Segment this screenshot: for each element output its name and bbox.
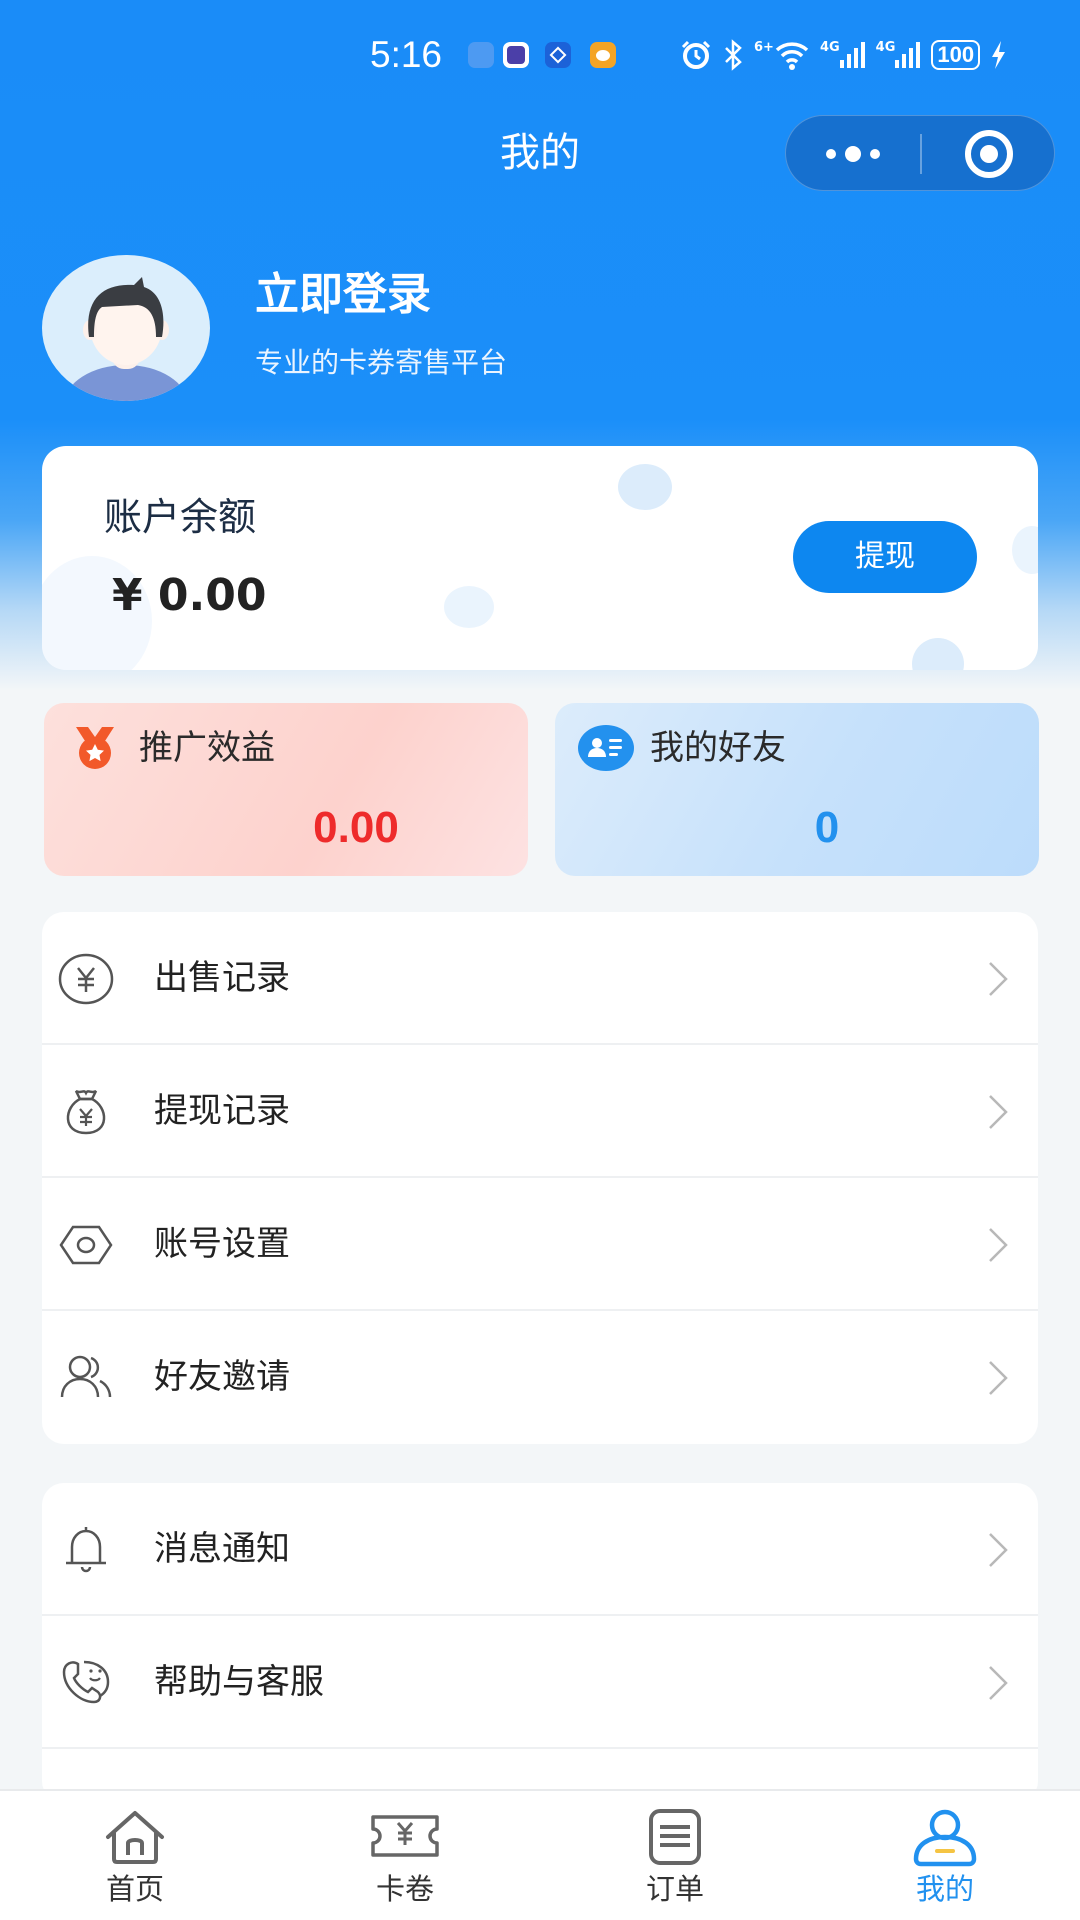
login-link[interactable]: 立即登录	[255, 265, 431, 325]
decor-bubble	[618, 464, 672, 510]
friends-count: 0	[814, 803, 840, 852]
home-icon	[106, 1811, 164, 1864]
contact-card-icon	[578, 725, 634, 771]
bluetooth-icon	[725, 39, 742, 71]
mini-program-capsule	[785, 115, 1055, 191]
tab-label: 我的	[915, 1872, 974, 1906]
battery-indicator: 100	[931, 40, 981, 70]
chevron-right-icon	[989, 962, 1008, 996]
status-bar: 5:16 6+ 4G 4G 100	[0, 30, 1080, 80]
charging-icon	[992, 41, 1006, 69]
primary-menu: 出售记录 提现记录 账号设置 好友邀请	[42, 912, 1038, 1444]
notification-alarm-icon	[468, 42, 494, 68]
money-bag-icon	[66, 1089, 106, 1135]
notification-app-icon	[545, 42, 571, 68]
friends-title: 我的好友	[650, 728, 786, 768]
status-icons: 6+ 4G 4G 100	[680, 38, 1006, 72]
menu-item-withdraw-records[interactable]: 提现记录	[42, 1045, 1038, 1178]
coupon-ticket-icon	[371, 1815, 439, 1857]
menu-item-notifications[interactable]: 消息通知	[42, 1483, 1038, 1616]
balance-label: 账户余额	[104, 495, 257, 539]
signal-icon: 4G	[820, 40, 866, 70]
earnings-title: 推广效益	[139, 728, 275, 768]
chevron-right-icon	[989, 1361, 1008, 1395]
earnings-value: 0.00	[313, 803, 399, 852]
notification-app-icon	[590, 42, 616, 68]
status-time: 5:16	[370, 34, 443, 75]
more-dots-icon	[845, 146, 861, 162]
yen-circle-icon	[58, 953, 114, 1005]
balance-amount: ¥ 0.00	[112, 570, 267, 621]
tab-label: 卡卷	[375, 1872, 434, 1906]
signal-icon: 4G	[876, 40, 922, 70]
wifi-icon: 6+	[754, 40, 810, 70]
customer-service-icon	[62, 1660, 110, 1704]
menu-item-label: 提现记录	[154, 1091, 290, 1131]
alarm-icon	[681, 40, 711, 69]
menu-item-label: 帮助与客服	[154, 1662, 324, 1702]
default-avatar-icon	[64, 277, 188, 401]
withdraw-button[interactable]: 提现	[793, 521, 977, 593]
close-mini-program-button[interactable]	[922, 116, 1056, 192]
secondary-menu: 消息通知 帮助与客服	[42, 1483, 1038, 1803]
target-circle-icon	[965, 130, 1013, 178]
chevron-right-icon	[989, 1666, 1008, 1700]
users-icon	[60, 1355, 112, 1398]
settings-hex-icon	[59, 1225, 113, 1265]
decor-bubble	[1012, 526, 1038, 574]
chevron-right-icon	[989, 1533, 1008, 1567]
platform-subtitle: 专业的卡券寄售平台	[255, 346, 508, 379]
chevron-right-icon	[989, 1228, 1008, 1262]
menu-item-label: 好友邀请	[154, 1357, 290, 1397]
menu-item-help-service[interactable]: 帮助与客服	[42, 1616, 1038, 1749]
medal-icon	[76, 727, 114, 769]
friends-card[interactable]: 我的好友 0	[555, 703, 1039, 876]
bell-icon	[66, 1527, 106, 1573]
decor-bubble	[444, 586, 494, 628]
user-icon	[913, 1809, 977, 1867]
more-dots-icon	[870, 149, 880, 159]
menu-item-invite-friends[interactable]: 好友邀请	[42, 1311, 1038, 1444]
decor-bubble	[912, 638, 964, 670]
order-list-icon	[649, 1809, 701, 1865]
chevron-right-icon	[989, 1095, 1008, 1129]
tab-label: 订单	[645, 1872, 704, 1906]
tab-orders[interactable]: 订单	[540, 1791, 810, 1920]
menu-item-sales-records[interactable]: 出售记录	[42, 912, 1038, 1045]
menu-item-account-settings[interactable]: 账号设置	[42, 1178, 1038, 1311]
menu-item-label: 消息通知	[154, 1529, 290, 1569]
menu-item-label: 出售记录	[154, 958, 290, 998]
bottom-tab-bar: 首页 卡卷 订单 我的	[0, 1789, 1080, 1920]
more-button[interactable]	[786, 116, 920, 192]
tab-home[interactable]: 首页	[0, 1791, 270, 1920]
earnings-card[interactable]: 推广效益 0.00	[44, 703, 528, 876]
tab-coupons[interactable]: 卡卷	[270, 1791, 540, 1920]
more-dots-icon	[826, 149, 836, 159]
avatar[interactable]	[42, 255, 210, 401]
notification-app-icon	[503, 42, 529, 68]
menu-item-label: 账号设置	[154, 1224, 290, 1264]
tab-label: 首页	[105, 1872, 164, 1906]
balance-card: 账户余额 ¥ 0.00 提现	[42, 446, 1038, 670]
tab-mine[interactable]: 我的	[810, 1791, 1080, 1920]
